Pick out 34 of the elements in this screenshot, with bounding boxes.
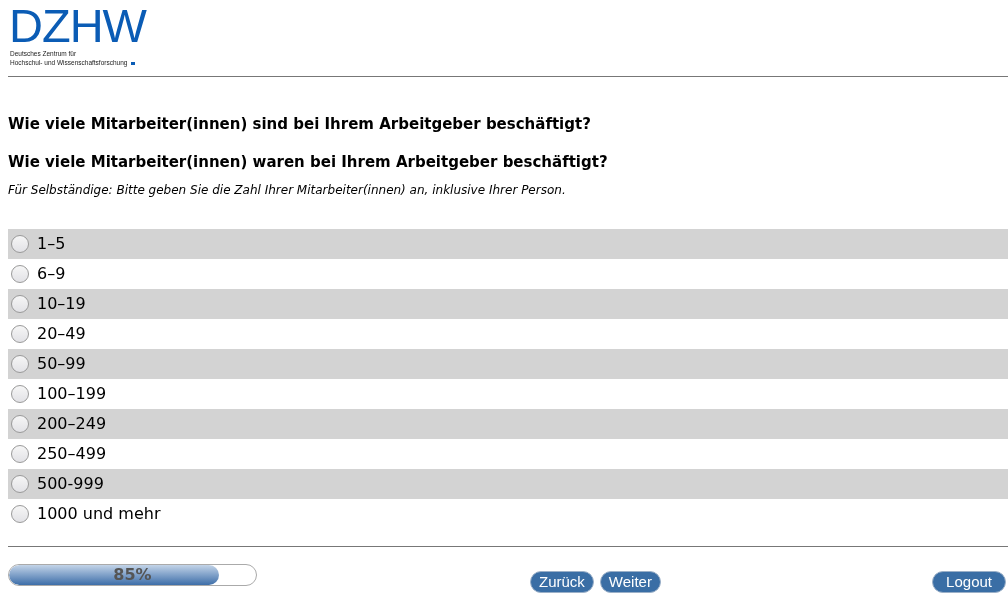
option-label: 6–9 bbox=[37, 264, 66, 284]
radio-button[interactable] bbox=[11, 355, 29, 373]
option-label: 200–249 bbox=[37, 414, 107, 434]
answer-option[interactable]: 500-999 bbox=[8, 469, 1008, 499]
radio-button[interactable] bbox=[11, 385, 29, 403]
option-label: 1–5 bbox=[37, 234, 66, 254]
progress-label: 85% bbox=[112, 565, 153, 585]
radio-button[interactable] bbox=[11, 295, 29, 313]
option-label: 250–499 bbox=[37, 444, 107, 464]
back-button[interactable]: Zurück bbox=[530, 571, 594, 593]
answer-option[interactable]: 10–19 bbox=[8, 289, 1008, 319]
option-label: 100–199 bbox=[37, 384, 107, 404]
option-label: 500-999 bbox=[37, 474, 104, 494]
answer-option[interactable]: 50–99 bbox=[8, 349, 1008, 379]
radio-button[interactable] bbox=[11, 415, 29, 433]
logout-button[interactable]: Logout bbox=[932, 571, 1006, 593]
radio-button[interactable] bbox=[11, 445, 29, 463]
radio-button[interactable] bbox=[11, 325, 29, 343]
answer-option[interactable]: 200–249 bbox=[8, 409, 1008, 439]
radio-button[interactable] bbox=[11, 265, 29, 283]
answer-option[interactable]: 1–5 bbox=[8, 229, 1008, 259]
hint-text: Für Selbständige: Bitte geben Sie die Zahl Ihrer Mitarbeiter(innen) an, inklusive Ihrer Person. bbox=[8, 182, 567, 198]
radio-button[interactable] bbox=[11, 505, 29, 523]
question-text: Wie viele Mitarbeiter(innen) sind bei Ihrem Arbeitgeber beschäftigt? bbox=[8, 114, 592, 134]
option-label: 1000 und mehr bbox=[37, 504, 161, 524]
option-label: 20–49 bbox=[37, 324, 86, 344]
next-button[interactable]: Weiter bbox=[599, 571, 661, 593]
square-icon bbox=[131, 62, 136, 65]
option-label: 50–99 bbox=[37, 354, 86, 374]
radio-button[interactable] bbox=[11, 235, 29, 253]
logo-wordmark: DZHW bbox=[8, 6, 146, 46]
question-text: Wie viele Mitarbeiter(innen) waren bei Ihrem Arbeitgeber beschäftigt? bbox=[8, 152, 609, 172]
option-label: 10–19 bbox=[37, 294, 86, 314]
radio-button[interactable] bbox=[11, 475, 29, 493]
